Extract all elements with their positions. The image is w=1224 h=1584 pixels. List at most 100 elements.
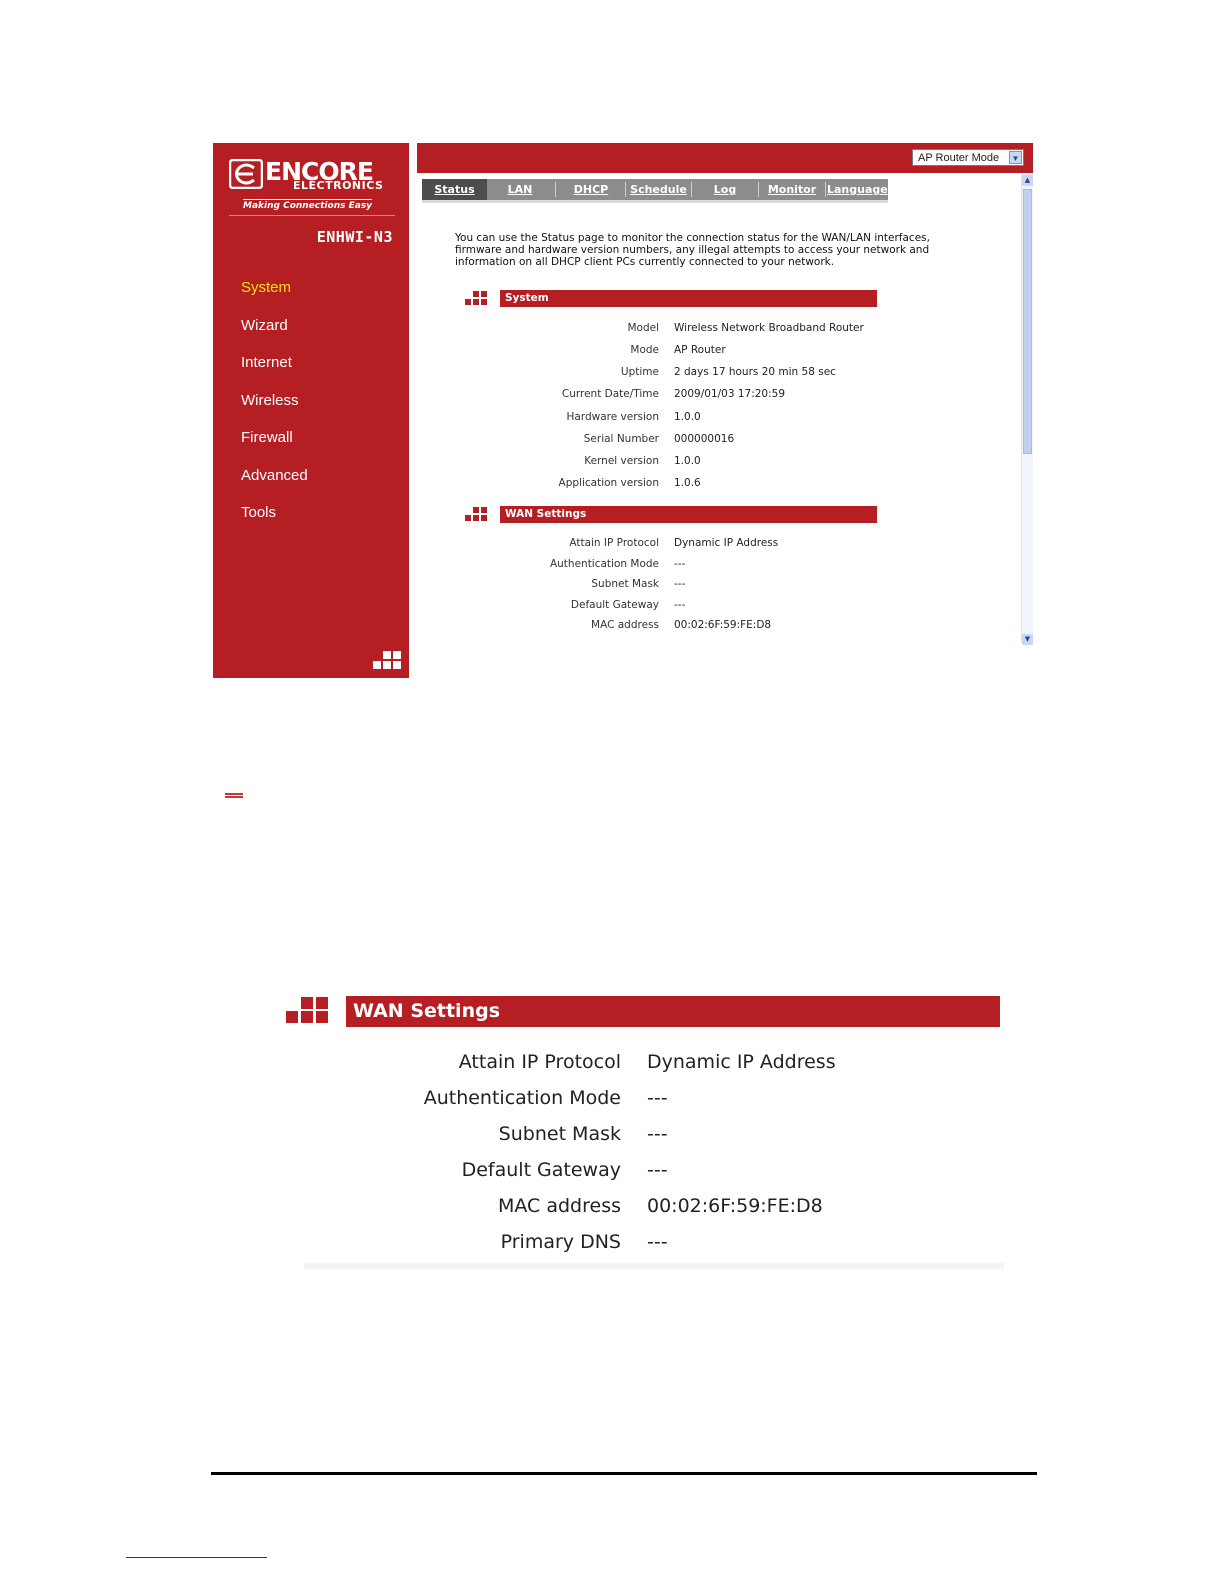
row-label: Default Gateway <box>461 1159 621 1181</box>
row-value: --- <box>674 599 686 611</box>
tab-separator <box>825 182 826 197</box>
sidebar-item-wizard[interactable]: Wizard <box>241 316 308 354</box>
router-ui-screenshot: ENCORE ELECTRONICS Making Connections Ea… <box>213 143 1033 678</box>
wan-zoom-row: MAC address 00:02:6F:59:FE:D8 <box>284 1195 1004 1221</box>
row-label: Uptime <box>620 366 659 378</box>
tab-lan[interactable]: LAN <box>489 179 551 200</box>
row-label: Subnet Mask <box>498 1123 621 1145</box>
sidebar-item-internet[interactable]: Internet <box>241 353 308 391</box>
zoom-bottom-fade <box>304 1263 1004 1269</box>
wan-section-title: WAN Settings <box>500 506 877 523</box>
sidebar-item-firewall[interactable]: Firewall <box>241 428 308 466</box>
chevron-down-icon[interactable]: ▼ <box>1009 151 1022 164</box>
wan-row: Attain IP Protocol Dynamic IP Address <box>417 537 1033 553</box>
row-label: Kernel version <box>584 455 659 467</box>
row-value: 1.0.6 <box>674 477 701 489</box>
row-label: Hardware version <box>566 411 660 423</box>
wan-zoom-row: Authentication Mode --- <box>284 1087 1004 1113</box>
row-value: --- <box>647 1123 668 1145</box>
tab-status[interactable]: Status <box>422 179 487 200</box>
system-row: Mode AP Router <box>417 344 1033 360</box>
row-value: --- <box>647 1231 668 1253</box>
wan-zoom-row: Attain IP Protocol Dynamic IP Address <box>284 1051 1004 1077</box>
row-label: Default Gateway <box>570 599 659 611</box>
row-value: --- <box>674 558 686 570</box>
wan-row: Authentication Mode --- <box>417 558 1033 574</box>
sidebar-item-tools[interactable]: Tools <box>241 503 308 541</box>
sidebar: ENCORE ELECTRONICS Making Connections Ea… <box>213 143 409 678</box>
row-value: 000000016 <box>674 433 735 445</box>
section-blocks-icon <box>465 291 487 305</box>
tab-bar: Status LAN DHCP Schedule Log Monitor Lan… <box>422 179 888 200</box>
sidebar-divider <box>229 215 395 216</box>
row-value: 1.0.0 <box>674 411 701 423</box>
tab-separator <box>555 182 556 197</box>
row-label: MAC address <box>591 619 659 631</box>
row-label: Primary DNS <box>500 1231 621 1253</box>
footer-link-underline <box>126 1557 267 1558</box>
section-blocks-icon <box>465 507 487 521</box>
row-value: 00:02:6F:59:FE:D8 <box>647 1195 823 1217</box>
model-name: ENHWI-N3 <box>316 228 393 246</box>
system-row: Kernel version 1.0.0 <box>417 455 1033 471</box>
row-value: --- <box>674 578 686 590</box>
tab-schedule[interactable]: Schedule <box>627 179 690 200</box>
tab-log[interactable]: Log <box>693 179 757 200</box>
sidebar-nav: System Wizard Internet Wireless Firewall… <box>241 278 308 541</box>
wan-section-header: WAN Settings <box>465 506 877 523</box>
tab-monitor[interactable]: Monitor <box>760 179 824 200</box>
row-label: Mode <box>630 344 659 356</box>
row-value: Dynamic IP Address <box>647 1051 836 1073</box>
section-blocks-icon <box>286 997 328 1023</box>
red-marker <box>225 793 243 798</box>
mode-select-value: AP Router Mode <box>918 152 1000 164</box>
system-section-header: System <box>465 290 877 307</box>
row-label: Current Date/Time <box>561 388 659 400</box>
row-label: Authentication Mode <box>549 558 659 570</box>
row-label: Authentication Mode <box>423 1087 621 1109</box>
scroll-down-icon[interactable]: ▼ <box>1022 634 1033 645</box>
row-label: Serial Number <box>583 433 659 445</box>
row-label: Attain IP Protocol <box>569 537 659 549</box>
system-row: Model Wireless Network Broadband Router <box>417 322 1033 338</box>
tab-language[interactable]: Language <box>827 179 888 200</box>
tab-separator <box>758 182 759 197</box>
tab-dhcp[interactable]: DHCP <box>557 179 625 200</box>
mode-select[interactable]: AP Router Mode ▼ <box>912 149 1024 166</box>
sidebar-item-advanced[interactable]: Advanced <box>241 466 308 504</box>
sidebar-item-system[interactable]: System <box>241 278 308 316</box>
logo-subtitle: ELECTRONICS <box>293 179 384 192</box>
row-value: Wireless Network Broadband Router <box>674 322 864 334</box>
scroll-up-icon[interactable]: ▲ <box>1022 175 1033 186</box>
row-value: AP Router <box>674 344 726 356</box>
row-value: 2 days 17 hours 20 min 58 sec <box>674 366 836 378</box>
logo-tagline: Making Connections Easy <box>243 199 373 211</box>
wan-row: Subnet Mask --- <box>417 578 1033 594</box>
row-value: --- <box>647 1087 668 1109</box>
row-label: MAC address <box>497 1195 621 1217</box>
tab-separator <box>691 182 692 197</box>
row-value: 1.0.0 <box>674 455 701 467</box>
tab-bar-shadow <box>422 200 888 203</box>
system-row: Current Date/Time 2009/01/03 17:20:59 <box>417 388 1033 404</box>
sidebar-item-wireless[interactable]: Wireless <box>241 391 308 429</box>
system-row: Uptime 2 days 17 hours 20 min 58 sec <box>417 366 1033 382</box>
row-label: Model <box>627 322 659 334</box>
system-section-title: System <box>500 290 877 307</box>
system-row: Serial Number 000000016 <box>417 433 1033 449</box>
encore-logo: ENCORE ELECTRONICS Making Connections Ea… <box>229 157 399 219</box>
main-panel: AP Router Mode ▼ Status LAN DHCP Schedul… <box>417 143 1033 678</box>
row-label: Application version <box>558 477 659 489</box>
row-label: Attain IP Protocol <box>458 1051 621 1073</box>
wan-zoom-row: Primary DNS --- <box>284 1231 1004 1257</box>
wan-zoom-row: Subnet Mask --- <box>284 1123 1004 1149</box>
top-bar: AP Router Mode ▼ <box>417 143 1033 173</box>
wan-row: MAC address 00:02:6F:59:FE:D8 <box>417 619 1033 635</box>
system-row: Hardware version 1.0.0 <box>417 411 1033 427</box>
wan-row: Default Gateway --- <box>417 599 1033 615</box>
tab-separator <box>625 182 626 197</box>
row-label: Subnet Mask <box>591 578 659 590</box>
row-value: --- <box>647 1159 668 1181</box>
wan-zoom-row: Default Gateway --- <box>284 1159 1004 1185</box>
wan-zoom-title: WAN Settings <box>346 996 1000 1027</box>
